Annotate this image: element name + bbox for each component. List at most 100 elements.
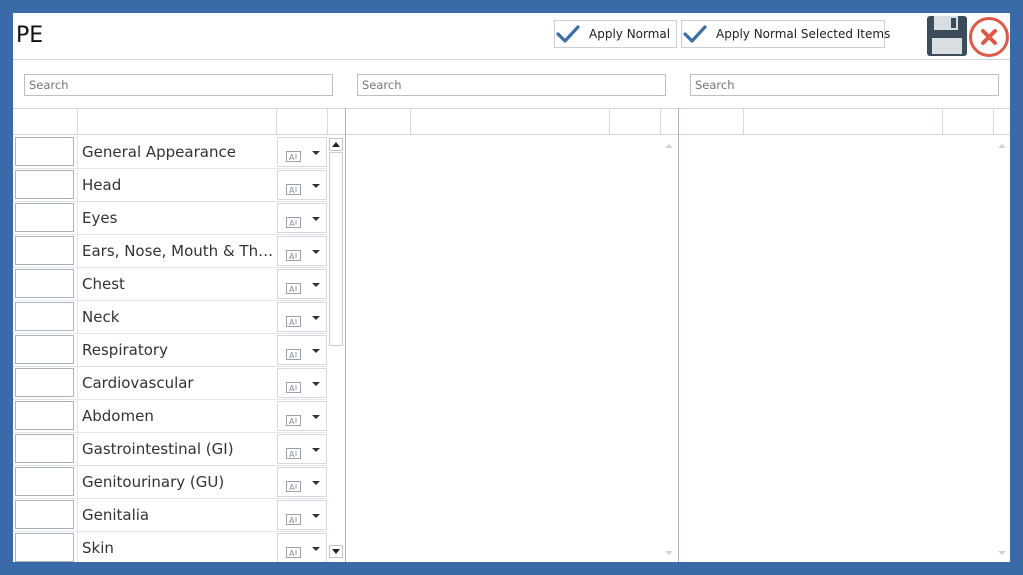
text-template-dropdown[interactable]: A xyxy=(277,236,327,266)
list-item-label: General Appearance xyxy=(82,143,236,161)
list-item[interactable]: General Appearance A xyxy=(13,136,327,169)
list-item-label: Skin xyxy=(82,539,114,557)
list-item[interactable]: Skin A xyxy=(13,532,327,562)
svg-text:A: A xyxy=(289,252,295,261)
list-item-label: Head xyxy=(82,176,122,194)
middle-column-header xyxy=(346,108,678,135)
scroll-up-arrow[interactable] xyxy=(665,144,673,148)
text-template-icon: A xyxy=(286,246,301,261)
value-box[interactable] xyxy=(15,500,74,529)
list-item[interactable]: Head A xyxy=(13,169,327,202)
apply-normal-selected-button[interactable]: Apply Normal Selected Items xyxy=(681,20,890,48)
svg-text:A: A xyxy=(289,351,295,360)
text-template-dropdown[interactable]: A xyxy=(277,533,327,562)
search-input-left[interactable] xyxy=(24,74,333,96)
value-box[interactable] xyxy=(15,170,74,199)
text-template-icon: A xyxy=(286,510,301,525)
search-input-middle[interactable] xyxy=(357,74,666,96)
list-item-label: Genitalia xyxy=(82,506,150,524)
list-item[interactable]: Cardiovascular A xyxy=(13,367,327,400)
text-template-icon: A xyxy=(286,378,301,393)
value-box[interactable] xyxy=(15,434,74,463)
list-item[interactable]: Ears, Nose, Mouth & Thr... A xyxy=(13,235,327,268)
text-template-dropdown[interactable]: A xyxy=(277,401,327,431)
text-template-icon: A xyxy=(286,477,301,492)
text-template-dropdown[interactable]: A xyxy=(277,335,327,365)
value-box[interactable] xyxy=(15,533,74,562)
left-scrollbar[interactable] xyxy=(328,136,344,562)
chevron-down-icon xyxy=(312,316,320,320)
left-panel: General Appearance A Head A Eyes A Ears, Nose,… xyxy=(13,108,345,562)
main-window: PE Apply Normal Apply Normal Selected It… xyxy=(13,13,1010,562)
scroll-up-button[interactable] xyxy=(329,138,343,151)
svg-text:A: A xyxy=(289,186,295,195)
right-column-header xyxy=(679,108,1010,135)
text-template-dropdown[interactable]: A xyxy=(277,269,327,299)
chevron-down-icon xyxy=(312,283,320,287)
svg-text:A: A xyxy=(289,417,295,426)
apply-normal-button[interactable]: Apply Normal xyxy=(554,20,677,48)
search-input-right[interactable] xyxy=(690,74,999,96)
svg-text:A: A xyxy=(289,219,295,228)
list-item-label: Gastrointestinal (GI) xyxy=(82,440,234,458)
text-template-dropdown[interactable]: A xyxy=(277,500,327,530)
list-item[interactable]: Gastrointestinal (GI) A xyxy=(13,433,327,466)
chevron-down-icon xyxy=(312,151,320,155)
svg-text:A: A xyxy=(289,549,295,558)
text-template-dropdown[interactable]: A xyxy=(277,203,327,233)
middle-panel xyxy=(345,108,678,562)
list-item[interactable]: Genitourinary (GU) A xyxy=(13,466,327,499)
svg-text:A: A xyxy=(289,450,295,459)
value-box[interactable] xyxy=(15,269,74,298)
chevron-down-icon xyxy=(312,382,320,386)
list-item[interactable]: Chest A xyxy=(13,268,327,301)
text-template-icon: A xyxy=(286,147,301,162)
chevron-down-icon xyxy=(312,349,320,353)
list-item[interactable]: Neck A xyxy=(13,301,327,334)
chevron-down-icon xyxy=(312,448,320,452)
text-template-icon: A xyxy=(286,213,301,228)
scroll-thumb[interactable] xyxy=(329,152,343,346)
list-item-label: Respiratory xyxy=(82,341,168,359)
value-box[interactable] xyxy=(15,203,74,232)
value-box[interactable] xyxy=(15,335,74,364)
text-template-dropdown[interactable]: A xyxy=(277,170,327,200)
value-box[interactable] xyxy=(15,401,74,430)
page-title: PE xyxy=(16,23,44,48)
header-bar: PE Apply Normal Apply Normal Selected It… xyxy=(13,13,1010,60)
scroll-up-arrow[interactable] xyxy=(998,144,1006,148)
list-item[interactable]: Eyes A xyxy=(13,202,327,235)
list-item-label: Genitourinary (GU) xyxy=(82,473,225,491)
scroll-down-arrow[interactable] xyxy=(665,551,673,555)
svg-text:A: A xyxy=(289,483,295,492)
scroll-down-button[interactable] xyxy=(329,545,343,558)
close-icon[interactable] xyxy=(968,16,1010,58)
list-item[interactable]: Genitalia A xyxy=(13,499,327,532)
list-item-label: Abdomen xyxy=(82,407,154,425)
value-box[interactable] xyxy=(15,368,74,397)
save-icon[interactable] xyxy=(926,15,968,57)
value-box[interactable] xyxy=(15,302,74,331)
text-template-icon: A xyxy=(286,411,301,426)
chevron-down-icon xyxy=(312,415,320,419)
left-column-header xyxy=(13,108,345,135)
value-box[interactable] xyxy=(15,137,74,166)
list-item[interactable]: Respiratory A xyxy=(13,334,327,367)
text-template-icon: A xyxy=(286,444,301,459)
chevron-down-icon xyxy=(312,481,320,485)
text-template-icon: A xyxy=(286,279,301,294)
text-template-dropdown[interactable]: A xyxy=(277,434,327,464)
middle-scrollbar[interactable] xyxy=(661,136,677,562)
right-scrollbar[interactable] xyxy=(994,136,1010,562)
text-template-dropdown[interactable]: A xyxy=(277,368,327,398)
value-box[interactable] xyxy=(15,467,74,496)
scroll-down-arrow[interactable] xyxy=(998,551,1006,555)
list-item[interactable]: Abdomen A xyxy=(13,400,327,433)
list-item-label: Cardiovascular xyxy=(82,374,194,392)
value-box[interactable] xyxy=(15,236,74,265)
text-template-dropdown[interactable]: A xyxy=(277,302,327,332)
text-template-dropdown[interactable]: A xyxy=(277,137,327,167)
svg-text:A: A xyxy=(289,318,295,327)
list-item-label: Ears, Nose, Mouth & Thr... xyxy=(82,242,274,260)
text-template-dropdown[interactable]: A xyxy=(277,467,327,497)
